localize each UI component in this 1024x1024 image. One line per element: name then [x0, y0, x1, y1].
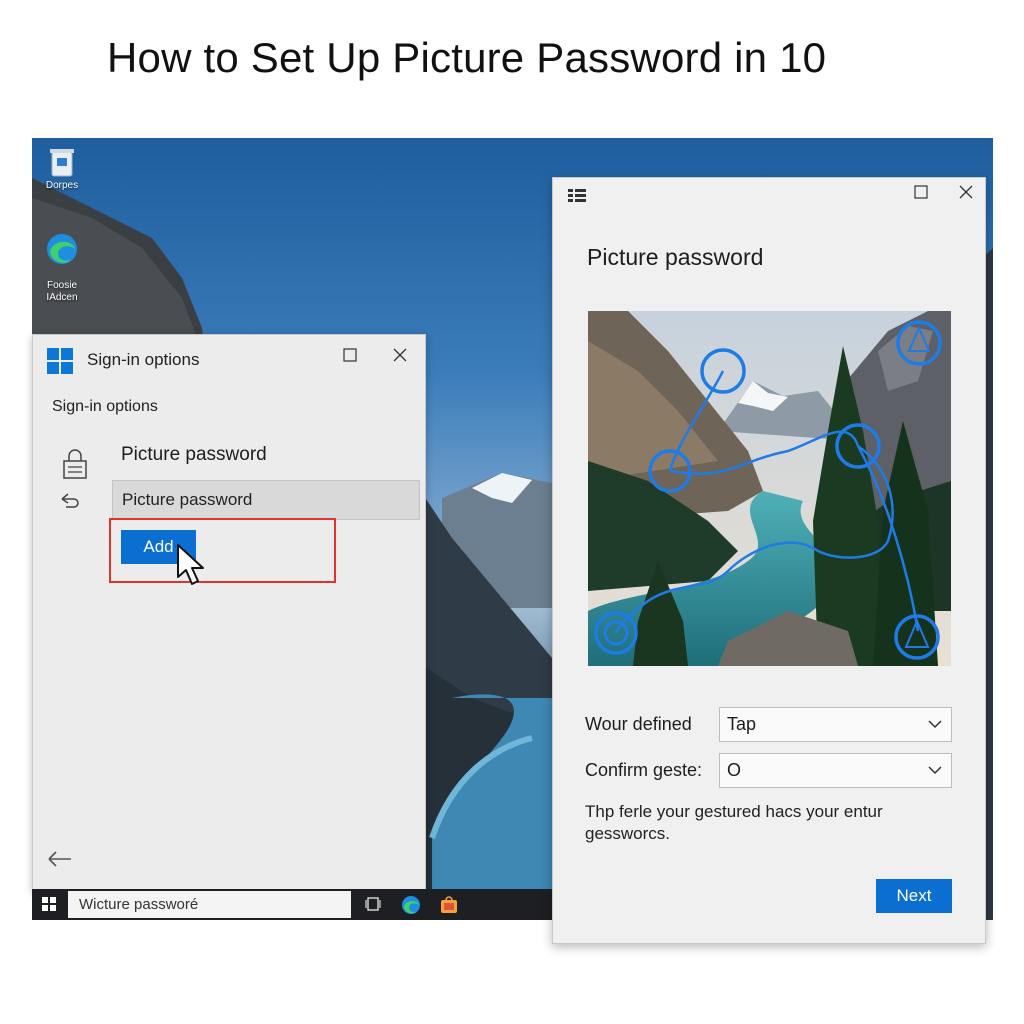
gesture-select[interactable]: Tap	[719, 707, 952, 742]
task-view-icon[interactable]	[365, 895, 381, 913]
confirm-gesture-select[interactable]: O	[719, 753, 952, 788]
store-icon[interactable]	[439, 895, 459, 915]
close-icon	[393, 348, 407, 362]
maximize-icon	[914, 185, 928, 199]
picture-password-title: Picture password	[587, 244, 764, 270]
edge-icon[interactable]	[401, 895, 421, 915]
mouse-cursor-icon	[177, 544, 204, 585]
close-button[interactable]	[387, 343, 413, 369]
page-headline: How to Set Up Picture Password in 10	[107, 34, 827, 81]
maximize-icon	[343, 348, 357, 362]
app-menu-icon[interactable]	[568, 188, 586, 202]
picture-password-option[interactable]: Picture password	[112, 480, 420, 520]
maximize-button[interactable]	[908, 180, 934, 206]
desktop-icon-label: Foosie IAdcen	[46, 280, 78, 303]
close-button[interactable]	[953, 180, 979, 206]
chevron-down-icon	[928, 766, 942, 775]
taskbar: Wicture passworé	[32, 889, 552, 920]
windows-logo-icon	[47, 348, 73, 374]
sign-in-options-subtitle: Sign-in options	[52, 398, 158, 415]
picture-password-option-label: Picture password	[122, 490, 253, 509]
close-icon	[959, 185, 973, 199]
lock-icon	[63, 449, 87, 479]
desktop-icon-edge[interactable]: Foosie IAdcen	[32, 220, 92, 304]
window-title: Sign-in options	[87, 350, 200, 369]
title-bar: Sign-in options	[33, 335, 425, 385]
start-icon[interactable]	[42, 897, 56, 911]
gesture-icon	[61, 493, 79, 508]
edge-icon	[47, 234, 77, 264]
desktop-icon-recycle-bin[interactable]: Dorpes	[32, 146, 92, 192]
gesture-select-value: Tap	[727, 714, 757, 734]
gesture-label: Wour defined	[585, 714, 692, 734]
taskbar-search-text: Wicture passworé	[79, 896, 199, 913]
picture-password-window: Picture password Wour defined Tap Confir…	[552, 177, 986, 944]
chevron-down-icon	[928, 720, 942, 729]
maximize-button[interactable]	[337, 343, 363, 369]
confirm-gesture-select-value: O	[727, 760, 742, 780]
recycle-bin-icon	[50, 149, 74, 177]
taskbar-search-box[interactable]: Wicture passworé	[68, 891, 351, 918]
landscape-photo	[588, 311, 951, 666]
picture-password-image[interactable]	[588, 311, 951, 666]
help-text: Thp ferle your gestured hacs your entur …	[585, 802, 883, 843]
desktop-icon-label: Dorpes	[45, 180, 79, 191]
next-button[interactable]: Next	[876, 879, 952, 913]
sign-in-options-window: Sign-in options Sign-in options Picture …	[32, 334, 426, 891]
confirm-gesture-label: Confirm geste:	[585, 760, 703, 780]
back-arrow-icon[interactable]	[47, 850, 73, 868]
picture-password-heading: Picture password	[121, 444, 267, 465]
